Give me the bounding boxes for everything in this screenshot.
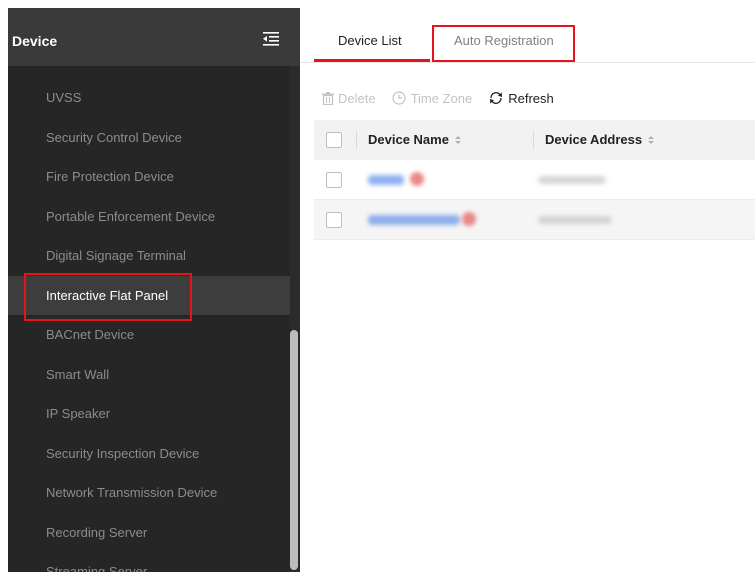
clock-icon — [391, 91, 406, 105]
delete-label: Delete — [338, 90, 376, 106]
sidebar-item-interactive-flat-panel[interactable]: Interactive Flat Panel — [8, 275, 290, 315]
time-zone-button[interactable]: Time Zone — [391, 90, 473, 106]
tab-bar: Device List Auto Registration — [300, 8, 755, 63]
device-address — [538, 176, 606, 184]
table-row[interactable] — [314, 160, 755, 200]
device-address — [538, 216, 612, 224]
sidebar-item-label: UVSS — [46, 90, 82, 105]
sort-icon — [454, 135, 461, 144]
sidebar-item-label: Smart Wall — [46, 366, 110, 382]
row-checkbox[interactable] — [326, 172, 342, 188]
sidebar-item-label: BACnet Device — [46, 327, 135, 342]
refresh-icon — [490, 92, 503, 104]
main-panel: Device List Auto Registration Delete Tim… — [300, 8, 755, 572]
sidebar-item-label: Security Inspection Device — [46, 445, 200, 461]
column-header-device-address[interactable]: Device Address — [545, 132, 655, 147]
sidebar-item-label: Security Control Device — [46, 129, 182, 145]
column-divider — [356, 131, 357, 149]
sidebar-item-label: Portable Enforcement Device — [46, 208, 216, 224]
table-header: Device Name Device Address — [314, 120, 755, 160]
status-badge — [410, 172, 424, 186]
refresh-button[interactable]: Refresh — [488, 91, 554, 106]
sidebar-list: UVSS Security Control Device Fire Protec… — [8, 78, 290, 572]
refresh-label: Refresh — [508, 90, 554, 106]
sidebar-item-ip-speaker[interactable]: IP Speaker — [8, 394, 290, 434]
column-header-label: Device Name — [368, 132, 449, 147]
trash-icon — [322, 91, 334, 105]
sidebar-title: Device — [12, 33, 58, 49]
sidebar-item-security-inspection-device[interactable]: Security Inspection Device — [8, 434, 290, 474]
column-header-label: Device Address — [545, 132, 643, 147]
sort-icon — [648, 135, 655, 144]
sidebar-item-recording-server[interactable]: Recording Server — [8, 513, 290, 553]
sidebar-item-digital-signage-terminal[interactable]: Digital Signage Terminal — [8, 236, 290, 276]
column-divider — [533, 131, 534, 149]
sidebar-item-network-transmission-device[interactable]: Network Transmission Device — [8, 473, 290, 513]
tab-device-list[interactable]: Device List — [338, 33, 402, 48]
sidebar-item-label: Fire Protection Device — [46, 169, 174, 184]
sidebar-item-label: Streaming Server — [46, 564, 148, 572]
sidebar-item-uvss[interactable]: UVSS — [8, 78, 290, 118]
sidebar-item-label: Recording Server — [46, 524, 148, 540]
active-tab-indicator — [314, 59, 430, 62]
sidebar-item-label: Network Transmission Device — [46, 485, 218, 500]
sidebar-item-smart-wall[interactable]: Smart Wall — [8, 355, 290, 395]
sidebar-header: Device — [8, 8, 300, 66]
tab-auto-registration[interactable]: Auto Registration — [454, 33, 554, 48]
sidebar-item-fire-protection-device[interactable]: Fire Protection Device — [8, 157, 290, 197]
sidebar-item-label: IP Speaker — [46, 406, 111, 421]
table-row[interactable] — [314, 200, 755, 240]
delete-button[interactable]: Delete — [322, 91, 376, 106]
sidebar-scrollbar-thumb[interactable] — [290, 330, 298, 570]
device-name-link[interactable] — [368, 175, 404, 185]
toolbar: Delete Time Zone Refresh — [322, 88, 570, 108]
sidebar: Device UVSS Security Control Device Fire… — [8, 8, 300, 572]
device-name-link[interactable] — [368, 215, 460, 225]
sidebar-item-streaming-server[interactable]: Streaming Server — [8, 552, 290, 572]
menu-collapse-icon[interactable] — [263, 32, 279, 46]
sidebar-item-label: Digital Signage Terminal — [46, 248, 186, 263]
status-badge — [462, 212, 476, 226]
row-checkbox[interactable] — [326, 212, 342, 228]
column-header-device-name[interactable]: Device Name — [368, 132, 461, 147]
device-table: Device Name Device Address — [314, 120, 755, 240]
sidebar-item-security-control-device[interactable]: Security Control Device — [8, 118, 290, 158]
sidebar-item-label: Interactive Flat Panel — [46, 287, 169, 303]
sidebar-item-portable-enforcement-device[interactable]: Portable Enforcement Device — [8, 197, 290, 237]
select-all-checkbox[interactable] — [326, 132, 342, 148]
sidebar-item-bacnet-device[interactable]: BACnet Device — [8, 315, 290, 355]
time-zone-label: Time Zone — [410, 90, 473, 106]
